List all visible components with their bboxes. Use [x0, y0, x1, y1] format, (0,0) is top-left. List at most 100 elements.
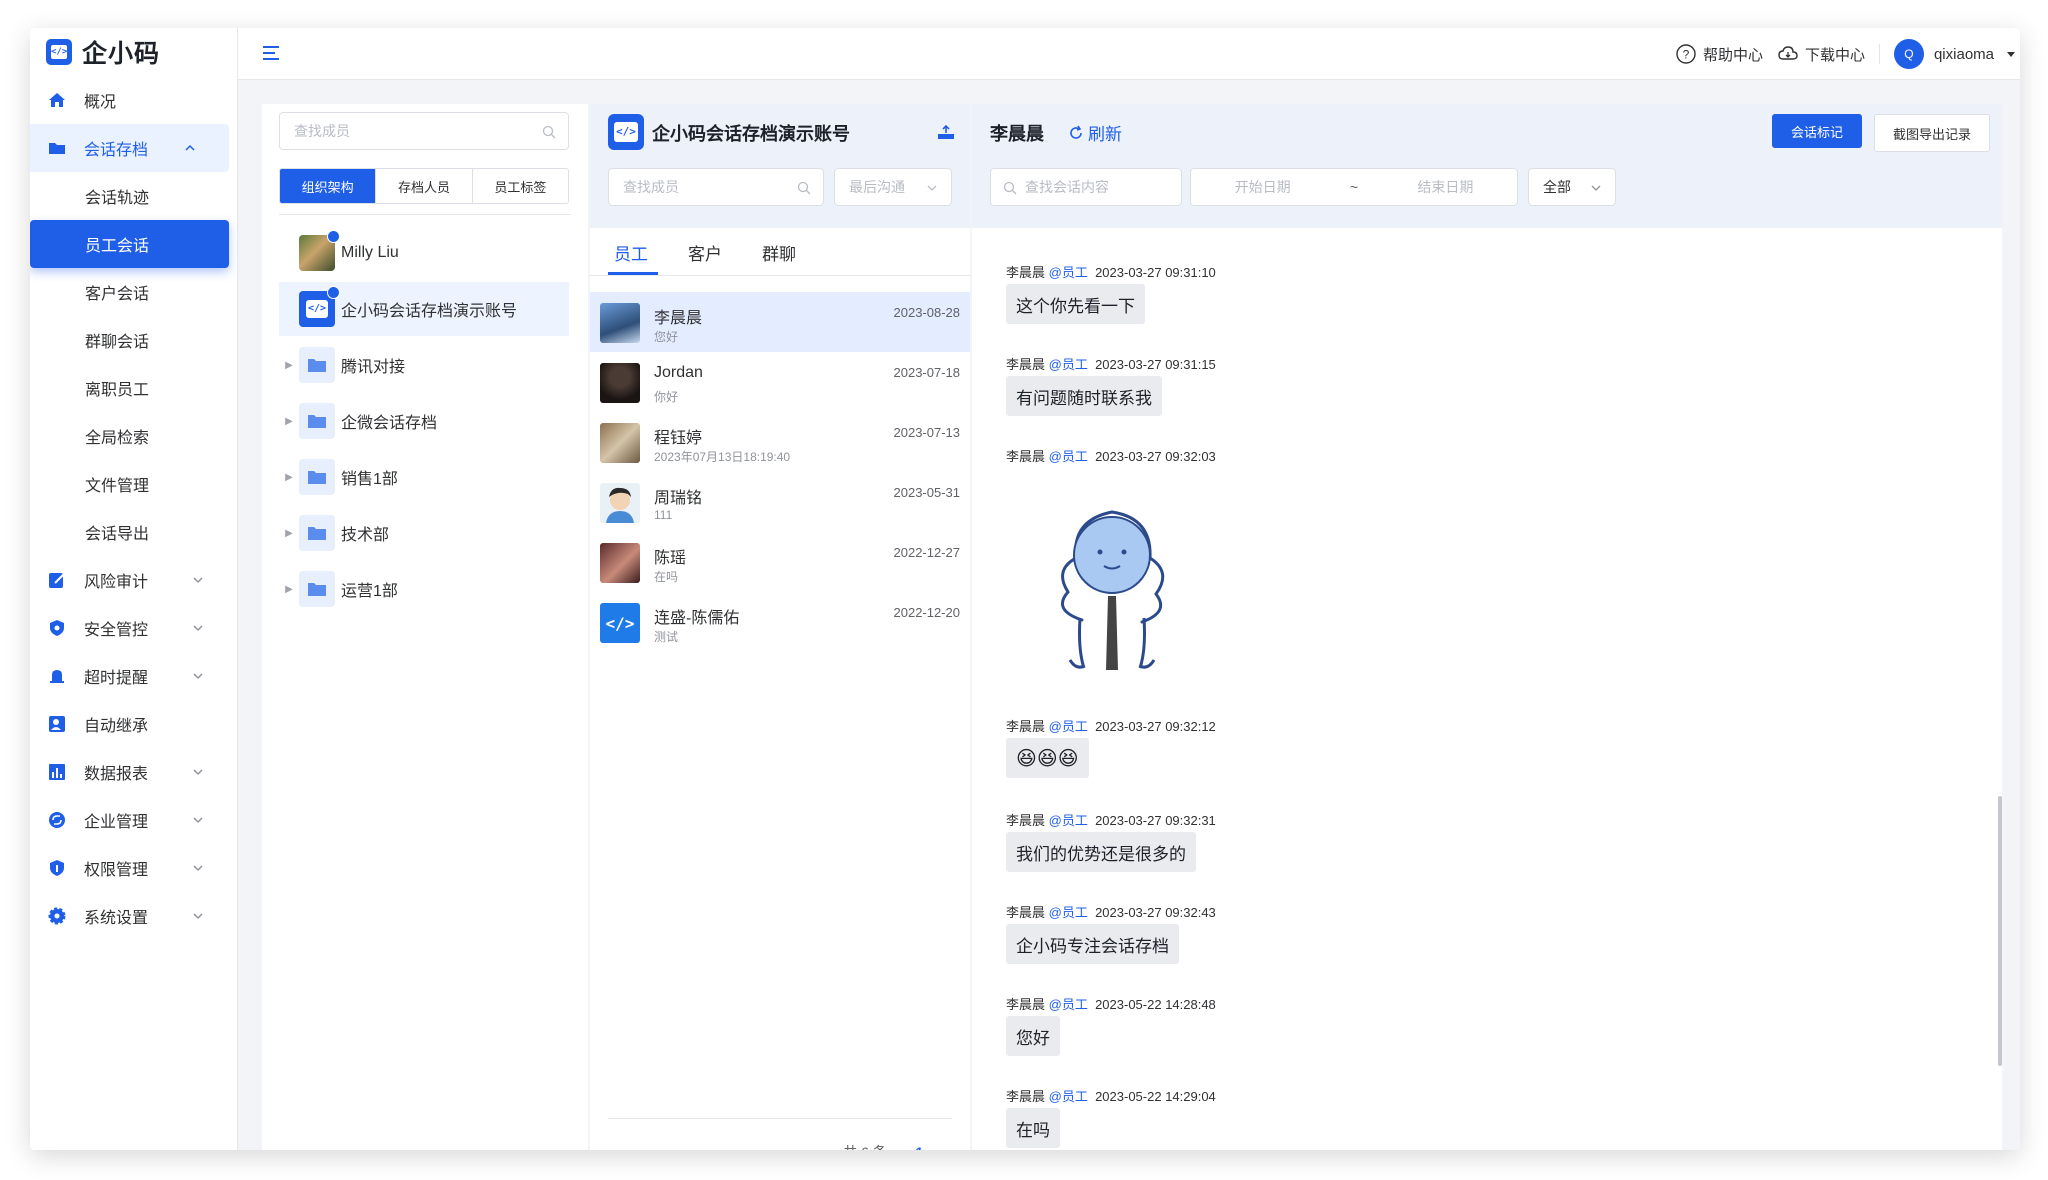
- help-center-link[interactable]: ? 帮助中心: [1675, 43, 1763, 65]
- page-number[interactable]: 1: [916, 1144, 924, 1150]
- tab-employee[interactable]: 员工: [614, 228, 648, 276]
- download-center-link[interactable]: 下载中心: [1777, 43, 1865, 65]
- sidebar-item-inherit[interactable]: 自动继承: [30, 700, 237, 748]
- message-bubble[interactable]: 在吗: [1006, 1108, 1060, 1148]
- message-meta: 李晨晨 @员工 2023-03-27 09:32:43: [1006, 905, 1216, 920]
- sidebar-item-label: 数据报表: [84, 766, 149, 783]
- conversation-search-input[interactable]: 查找成员: [608, 168, 824, 206]
- message-bubble[interactable]: 我们的优势还是很多的: [1006, 832, 1196, 872]
- collapse-menu-icon[interactable]: [260, 42, 282, 64]
- code-brackets-icon: </>: [46, 39, 72, 65]
- department-row[interactable]: ▶ 企微会话存档: [279, 394, 569, 448]
- sidebar-item-security[interactable]: 安全管控: [30, 604, 237, 652]
- message-meta: 李晨晨 @员工 2023-03-27 09:32:31: [1006, 813, 1216, 828]
- conversation-item[interactable]: 周瑞铭 111 2023-05-31: [590, 472, 970, 532]
- folder-icon: [299, 403, 335, 439]
- department-row[interactable]: ▶ 销售1部: [279, 450, 569, 504]
- message-meta: 李晨晨 @员工 2023-03-27 09:32:12: [1006, 719, 1216, 734]
- sidebar-item-reports[interactable]: 数据报表: [30, 748, 237, 796]
- verified-badge-icon: [327, 230, 340, 243]
- sidebar-item-archive[interactable]: 会话存档: [30, 124, 229, 172]
- conversation-item[interactable]: Jordan 你好 2023-07-18: [590, 352, 970, 412]
- sidebar-subitem-group-chat[interactable]: 群聊会话: [30, 316, 237, 364]
- brand-logo[interactable]: </> 企小码: [30, 28, 237, 76]
- sidebar-item-settings[interactable]: 系统设置: [30, 892, 237, 940]
- sidebar-item-timeout[interactable]: 超时提醒: [30, 652, 237, 700]
- list-footer-divider: [608, 1118, 952, 1119]
- export-screenshot-button[interactable]: 截图导出记录: [1874, 114, 1990, 152]
- sidebar-subitem-resigned[interactable]: 离职员工: [30, 364, 237, 412]
- contact-avatar: </>: [600, 603, 640, 643]
- caret-right-icon[interactable]: ▶: [279, 360, 299, 371]
- caret-down-icon[interactable]: [2006, 49, 2016, 59]
- caret-right-icon[interactable]: ▶: [279, 528, 299, 539]
- caret-right-icon[interactable]: ▶: [279, 584, 299, 595]
- org-search-input[interactable]: 查找成员: [279, 112, 569, 150]
- bar-chart-icon: [46, 761, 68, 783]
- message-bubble[interactable]: 企小码专注会话存档: [1006, 924, 1179, 964]
- conversation-item[interactable]: 李晨晨 您好 2023-08-28: [590, 292, 970, 352]
- chevron-down-icon: [927, 185, 937, 191]
- caret-right-icon[interactable]: ▶: [279, 472, 299, 483]
- top-header: ? 帮助中心 下载中心 Q qixiaoma: [238, 28, 2020, 80]
- edit-icon: [46, 569, 68, 591]
- sidebar-item-risk-audit[interactable]: 风险审计: [30, 556, 237, 604]
- sidebar-item-label: 概况: [84, 94, 117, 111]
- list-header: </> 企小码会话存档演示账号 查找成员 最后沟通: [590, 104, 970, 228]
- sidebar-subitem-files[interactable]: 文件管理: [30, 460, 237, 508]
- conversation-item[interactable]: </> 连盛-陈儒佑 测试 2022-12-20: [590, 592, 970, 652]
- sidebar-subitem-export[interactable]: 会话导出: [30, 508, 237, 556]
- transfer-icon[interactable]: [936, 124, 956, 142]
- member-row-selected[interactable]: </> 企小码会话存档演示账号: [279, 282, 569, 336]
- refresh-button[interactable]: 刷新: [1068, 120, 1122, 145]
- user-avatar[interactable]: Q: [1893, 39, 1924, 69]
- folder-icon: [299, 459, 335, 495]
- sidebar-item-permissions[interactable]: 权限管理: [30, 844, 237, 892]
- sort-select[interactable]: 最后沟通: [834, 168, 952, 206]
- sidebar-item-label: 系统设置: [84, 910, 149, 927]
- sidebar-subitem-trace[interactable]: 会话轨迹: [30, 172, 237, 220]
- tab-archived-staff[interactable]: 存档人员: [376, 169, 473, 203]
- user-transfer-icon: [46, 713, 68, 735]
- message-bubble[interactable]: 这个你先看一下: [1006, 284, 1145, 324]
- app-window: </> 企小码 概况 会话存档 会话轨迹 员工会话 客户会话 群聊会话 离职员工…: [30, 28, 2020, 1150]
- cloud-download-icon: [1778, 46, 1798, 60]
- contact-avatar: [600, 423, 640, 463]
- sidebar-item-label: 自动继承: [84, 718, 149, 735]
- tab-group-chat[interactable]: 群聊: [762, 228, 796, 276]
- prev-page-icon[interactable]: ‹: [899, 1144, 904, 1150]
- member-row[interactable]: Milly Liu: [279, 226, 569, 280]
- tab-staff-tags[interactable]: 员工标签: [473, 169, 568, 203]
- message-type-select[interactable]: 全部: [1528, 168, 1616, 206]
- message-bubble[interactable]: 有问题随时联系我: [1006, 376, 1162, 416]
- department-row[interactable]: ▶ 运营1部: [279, 562, 569, 616]
- sidebar-subitem-customer-chat[interactable]: 客户会话: [30, 268, 237, 316]
- chevron-down-icon: [193, 913, 203, 920]
- sidebar-subitem-employee-chat[interactable]: 员工会话: [30, 220, 229, 268]
- mark-conversation-button[interactable]: 会话标记: [1772, 114, 1862, 148]
- message-bubble[interactable]: 您好: [1006, 1016, 1060, 1056]
- message-meta: 李晨晨 @员工 2023-05-22 14:29:04: [1006, 1089, 1216, 1104]
- tab-org-structure[interactable]: 组织架构: [280, 169, 377, 203]
- sidebar-subitem-global-search[interactable]: 全局检索: [30, 412, 237, 460]
- conversation-item[interactable]: 陈瑶 在吗 2022-12-27: [590, 532, 970, 592]
- sidebar-item-label: 企业管理: [84, 814, 149, 831]
- conversation-item[interactable]: 程钰婷 2023年07月13日18:19:40 2023-07-13: [590, 412, 970, 472]
- date-range-picker[interactable]: 开始日期 ~ 结束日期: [1190, 168, 1518, 206]
- verified-badge-icon: [327, 286, 340, 299]
- tab-customer[interactable]: 客户: [688, 228, 722, 276]
- end-date-field[interactable]: 结束日期: [1417, 177, 1473, 197]
- user-name[interactable]: qixiaoma: [1934, 46, 1994, 63]
- start-date-field[interactable]: 开始日期: [1235, 177, 1291, 197]
- chat-search-input[interactable]: 查找会话内容: [990, 168, 1182, 206]
- cartoon-person-sticker[interactable]: [1032, 500, 1192, 680]
- department-row[interactable]: ▶ 腾讯对接: [279, 338, 569, 392]
- message-meta: 李晨晨 @员工 2023-03-27 09:31:15: [1006, 357, 1216, 372]
- sidebar-item-enterprise[interactable]: 企业管理: [30, 796, 237, 844]
- sidebar-item-overview[interactable]: 概况: [30, 76, 237, 124]
- next-page-icon[interactable]: ›: [935, 1144, 940, 1150]
- department-row[interactable]: ▶ 技术部: [279, 506, 569, 560]
- message-bubble[interactable]: 😆😆😆: [1006, 738, 1089, 778]
- caret-right-icon[interactable]: ▶: [279, 416, 299, 427]
- chat-scrollbar[interactable]: [1998, 796, 2002, 1066]
